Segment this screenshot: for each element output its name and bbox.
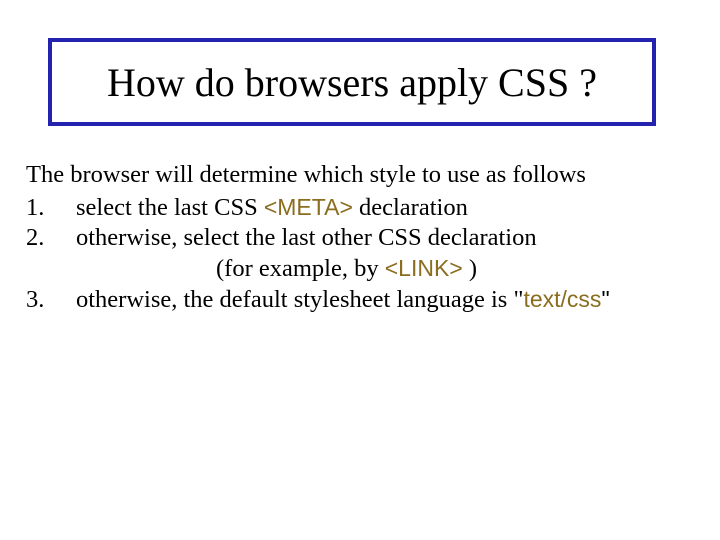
- item-text: otherwise, the default stylesheet langua…: [76, 285, 698, 316]
- code-run: <META>: [264, 194, 353, 220]
- list-item: 3. otherwise, the default stylesheet lan…: [26, 285, 698, 316]
- text-run: otherwise, select the last other CSS dec…: [76, 224, 537, 251]
- item-text: select the last CSS <META> declaration: [76, 193, 698, 224]
- intro-line: The browser will determine which style t…: [26, 160, 698, 191]
- code-run: text/css: [523, 286, 601, 312]
- code-run: <LINK>: [385, 255, 463, 281]
- list-item: 2. otherwise, select the last other CSS …: [26, 223, 698, 254]
- text-run: ): [463, 255, 477, 282]
- item-number: 1.: [26, 193, 76, 224]
- text-run: select the last CSS: [76, 194, 264, 221]
- slide: How do browsers apply CSS ? The browser …: [0, 0, 720, 540]
- item-subline: (for example, by <LINK> ): [26, 254, 698, 285]
- slide-title: How do browsers apply CSS ?: [107, 59, 597, 106]
- text-run: ": [601, 286, 609, 312]
- title-box: How do browsers apply CSS ?: [48, 38, 656, 126]
- body-text: The browser will determine which style t…: [26, 160, 698, 315]
- list-item: 1. select the last CSS <META> declaratio…: [26, 193, 698, 224]
- item-number: 2.: [26, 223, 76, 254]
- text-run: otherwise, the default stylesheet langua…: [76, 286, 523, 313]
- item-text: otherwise, select the last other CSS dec…: [76, 223, 698, 254]
- text-run: declaration: [353, 194, 468, 221]
- item-number: 3.: [26, 285, 76, 316]
- text-run: (for example, by: [216, 255, 385, 282]
